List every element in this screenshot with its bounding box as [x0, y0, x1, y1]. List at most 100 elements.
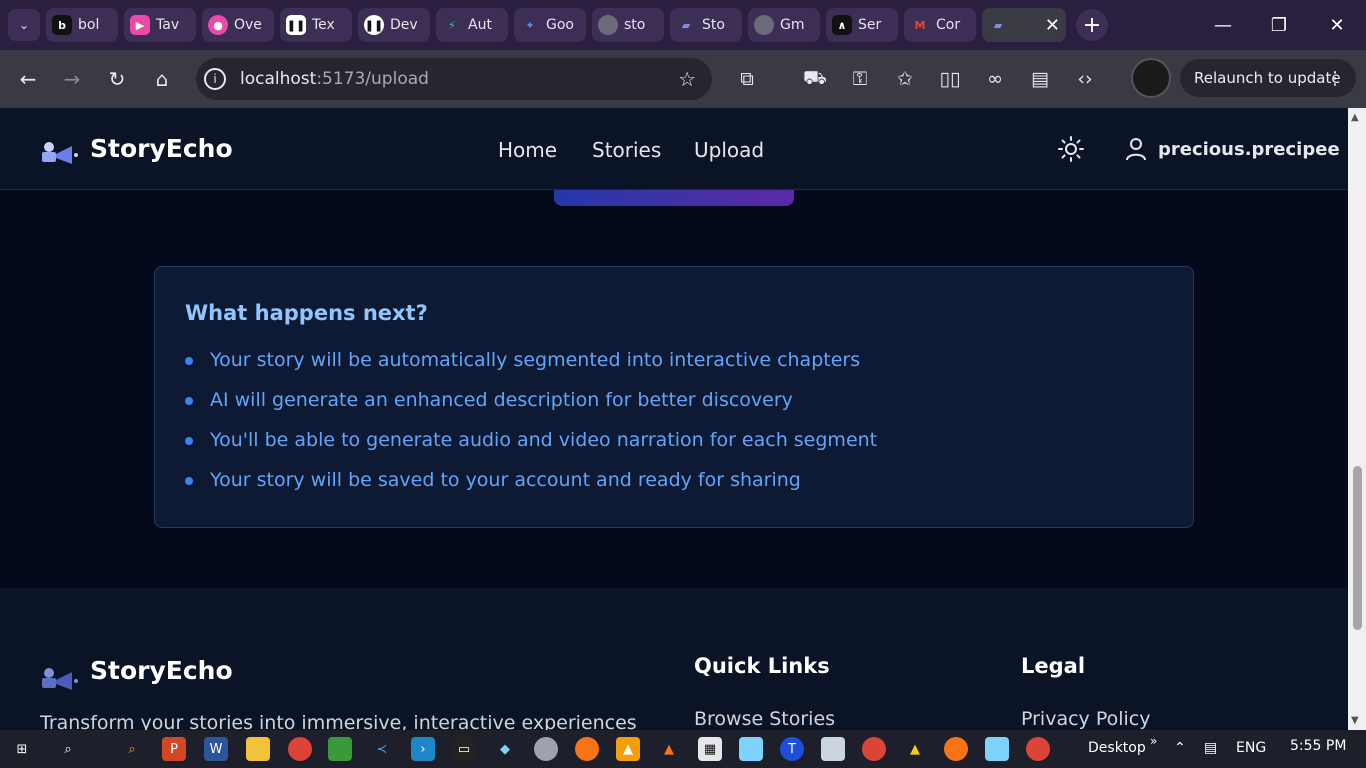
back-arrow-icon[interactable]: ← — [6, 57, 50, 101]
supabase-icon: ⚡ — [448, 18, 456, 32]
favorites-star-icon[interactable]: ✩ — [890, 64, 920, 94]
footer-link-privacy-policy[interactable]: Privacy Policy — [1021, 708, 1150, 730]
link-icon[interactable]: ∞ — [980, 64, 1010, 94]
terminal-icon[interactable]: ▭ — [452, 737, 476, 761]
chrome-icon[interactable] — [862, 737, 886, 761]
photos-icon[interactable] — [821, 737, 845, 761]
restore-icon[interactable]: ❐ — [1250, 0, 1308, 50]
minimize-icon[interactable]: — — [1194, 0, 1252, 50]
browser-tab[interactable]: ❚❚ Tex — [280, 8, 352, 42]
scrollbar-thumb[interactable] — [1353, 466, 1362, 630]
powerpoint-icon[interactable]: P — [162, 737, 186, 761]
footer-link-browse-stories[interactable]: Browse Stories — [694, 708, 835, 730]
browser-tab[interactable]: ❚❚ Dev — [358, 8, 430, 42]
profile-avatar[interactable] — [1131, 58, 1171, 98]
scroll-down-icon[interactable]: ▼ — [1351, 715, 1359, 726]
incognito-icon[interactable]: ⛟ — [800, 64, 830, 94]
footer-brand: StoryEcho — [90, 656, 233, 685]
user-icon[interactable] — [1124, 136, 1148, 162]
calculator-icon[interactable]: ▦ — [698, 737, 722, 761]
forward-arrow-icon[interactable]: → — [50, 57, 94, 101]
postman-icon[interactable] — [575, 737, 599, 761]
database-icon[interactable] — [534, 737, 558, 761]
language-indicator[interactable]: ENG — [1236, 740, 1266, 756]
browser-tab[interactable]: ∧ Ser — [826, 8, 898, 42]
shapes-app-icon[interactable]: ▲ — [616, 737, 640, 761]
tab-label: Ser — [858, 17, 882, 33]
card-title: What happens next? — [185, 301, 428, 325]
notification-icon[interactable]: ▤ — [1204, 740, 1217, 756]
username[interactable]: precious.precipee — [1158, 139, 1340, 160]
nav-home[interactable]: Home — [498, 138, 557, 162]
list-item: AI will generate an enhanced description… — [185, 389, 877, 429]
powershell-icon[interactable]: › — [411, 737, 435, 761]
windows-start-icon[interactable]: ⊞ — [10, 737, 34, 761]
warning-app-icon[interactable]: ▲ — [903, 737, 927, 761]
tab-label: Goo — [546, 17, 574, 33]
browser-tab[interactable]: b bol — [46, 8, 118, 42]
notepad-icon[interactable] — [985, 737, 1009, 761]
browser-tab[interactable]: Gm — [748, 8, 820, 42]
tab-search-chevron-icon[interactable]: ⌄ — [8, 9, 40, 41]
browser-tab[interactable]: ▶ Tav — [124, 8, 196, 42]
file-explorer-icon[interactable] — [246, 737, 270, 761]
more-menu-icon[interactable]: ⋮ — [1326, 68, 1344, 89]
browser-tab[interactable]: ⚡ Aut — [436, 8, 508, 42]
nav-stories[interactable]: Stories — [592, 138, 661, 162]
tasks-app-icon[interactable]: T — [780, 737, 804, 761]
browser-tab[interactable]: sto — [592, 8, 664, 42]
search-icon[interactable]: ⌕ — [56, 737, 80, 761]
browser-tab[interactable]: ✦ Goo — [514, 8, 586, 42]
spreadsheet-icon[interactable] — [328, 737, 352, 761]
tab-label: sto — [624, 17, 646, 33]
relaunch-update-button[interactable]: Relaunch to update ⋮ — [1180, 59, 1356, 97]
chevron-up-icon[interactable]: ⌃ — [1174, 740, 1186, 756]
gmail-icon: M — [914, 18, 926, 32]
globe-icon — [598, 15, 618, 35]
browser-tab-active[interactable]: ▰ ✕ — [982, 8, 1066, 42]
desktop-toolbar-label[interactable]: Desktop — [1088, 740, 1146, 756]
vscode-icon[interactable]: ≺ — [370, 737, 394, 761]
page-viewport: StoryEcho Home Stories Upload precious.p… — [0, 108, 1348, 730]
list-item-text: Your story will be saved to your account… — [210, 469, 801, 491]
site-info-icon[interactable]: i — [204, 68, 226, 90]
upload-submit-button[interactable] — [554, 190, 794, 206]
browser-tab[interactable]: M Cor — [904, 8, 976, 42]
list-item-text: You'll be able to generate audio and vid… — [210, 429, 878, 451]
close-tab-icon[interactable]: ✕ — [1045, 15, 1060, 36]
extensions-icon[interactable]: ⧉ — [732, 64, 762, 94]
notes-icon[interactable] — [739, 737, 763, 761]
storyecho-logo-icon[interactable] — [40, 138, 80, 166]
chrome-icon[interactable] — [1026, 737, 1050, 761]
storyecho-icon: ▰ — [681, 18, 691, 32]
brand-name[interactable]: StoryEcho — [90, 134, 233, 163]
word-icon[interactable]: W — [204, 737, 228, 761]
nav-upload[interactable]: Upload — [694, 138, 764, 162]
reading-mode-icon[interactable]: ▯▯ — [935, 64, 965, 94]
chevron-right-icon[interactable]: » — [1150, 734, 1157, 748]
fl-studio-icon[interactable] — [944, 737, 968, 761]
address-bar[interactable]: i localhost:5173/upload ☆ — [196, 58, 712, 100]
devtools-code-icon[interactable]: ‹› — [1070, 64, 1100, 94]
browser-tab[interactable]: ▰ Sto — [670, 8, 742, 42]
legal-heading: Legal — [1021, 654, 1086, 678]
next-steps-list: Your story will be automatically segment… — [185, 349, 877, 509]
home-icon[interactable]: ⌂ — [140, 57, 184, 101]
bookmark-star-icon[interactable]: ☆ — [678, 67, 696, 91]
password-key-icon[interactable]: ⚿ — [845, 64, 875, 94]
scroll-up-icon[interactable]: ▲ — [1351, 112, 1359, 123]
storyecho-icon: ▰ — [993, 18, 1003, 32]
side-panel-icon[interactable]: ▤ — [1025, 64, 1055, 94]
reload-icon[interactable]: ↻ — [95, 57, 139, 101]
browser-tab[interactable]: ● Ove — [202, 8, 274, 42]
everything-search-icon[interactable]: ⌕ — [120, 737, 144, 761]
sun-theme-toggle-icon[interactable] — [1058, 136, 1084, 162]
close-window-icon[interactable]: ✕ — [1308, 0, 1366, 50]
clock[interactable]: 5:55 PM — [1290, 738, 1346, 754]
tab-label: Ove — [234, 17, 262, 33]
chrome-icon[interactable] — [288, 737, 312, 761]
git-icon[interactable]: ◆ — [493, 737, 517, 761]
new-tab-button[interactable]: + — [1076, 9, 1108, 41]
page-scrollbar[interactable]: ▲ ▼ — [1348, 108, 1366, 730]
vlc-icon[interactable]: ▲ — [657, 737, 681, 761]
